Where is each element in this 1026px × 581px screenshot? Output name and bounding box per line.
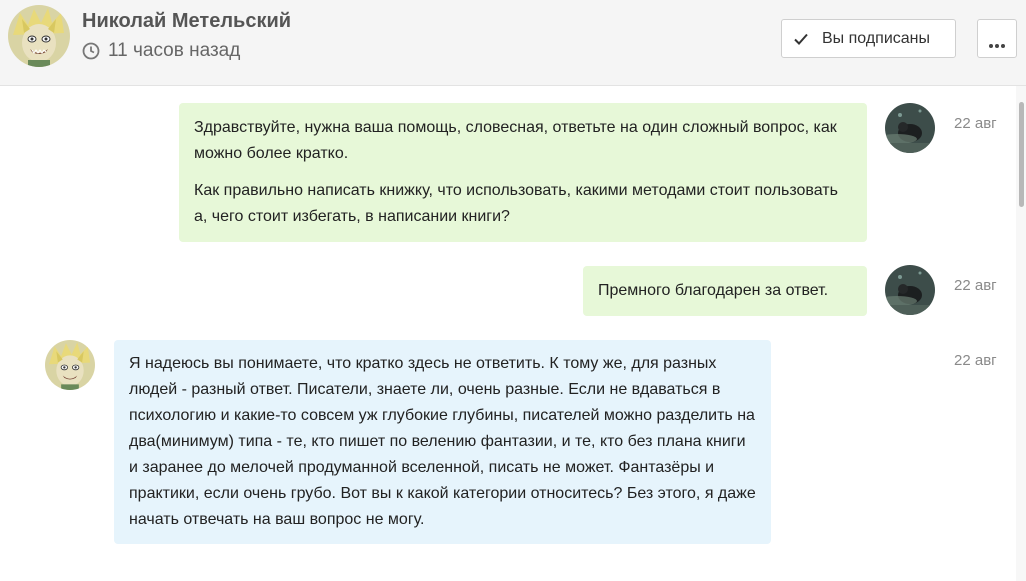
conversation-header: Николай Метельский 11 часов назад Вы под… [0,0,1026,86]
scrollbar[interactable] [1016,86,1026,581]
message-bubble-outgoing: Премного благодарен за ответ. [583,266,867,316]
message-text: Как правильно написать книжку, что испол… [194,182,838,225]
message-date: 22 авг [954,352,997,369]
message-text: Я надеюсь вы понимаете, что кратко здесь… [129,355,756,528]
contact-name[interactable]: Николай Метельский [82,10,291,33]
sender-avatar[interactable] [885,265,935,315]
message-date: 22 авг [954,115,997,132]
last-seen-text: 11 часов назад [108,40,241,61]
scrollbar-thumb[interactable] [1019,102,1024,207]
more-options-button[interactable] [977,19,1017,58]
message-text: Здравствуйте, нужна ваша помощь, словесн… [194,119,837,162]
subscribed-label: Вы подписаны [822,29,930,47]
contact-message-avatar[interactable] [45,340,95,390]
contact-avatar[interactable] [8,5,70,67]
message-bubble-outgoing: Здравствуйте, нужна ваша помощь, словесн… [179,103,867,242]
subscribed-button[interactable]: Вы подписаны [781,19,956,58]
message-bubble-incoming: Я надеюсь вы понимаете, что кратко здесь… [114,340,771,544]
clock-icon [82,42,100,60]
message-text: Премного благодарен за ответ. [598,282,829,299]
last-seen-status: 11 часов назад [82,40,240,62]
sender-avatar[interactable] [885,103,935,153]
message-list: Здравствуйте, нужна ваша помощь, словесн… [0,86,1016,581]
message-date: 22 авг [954,277,997,294]
check-icon [792,30,810,48]
dots-icon [988,36,1006,48]
